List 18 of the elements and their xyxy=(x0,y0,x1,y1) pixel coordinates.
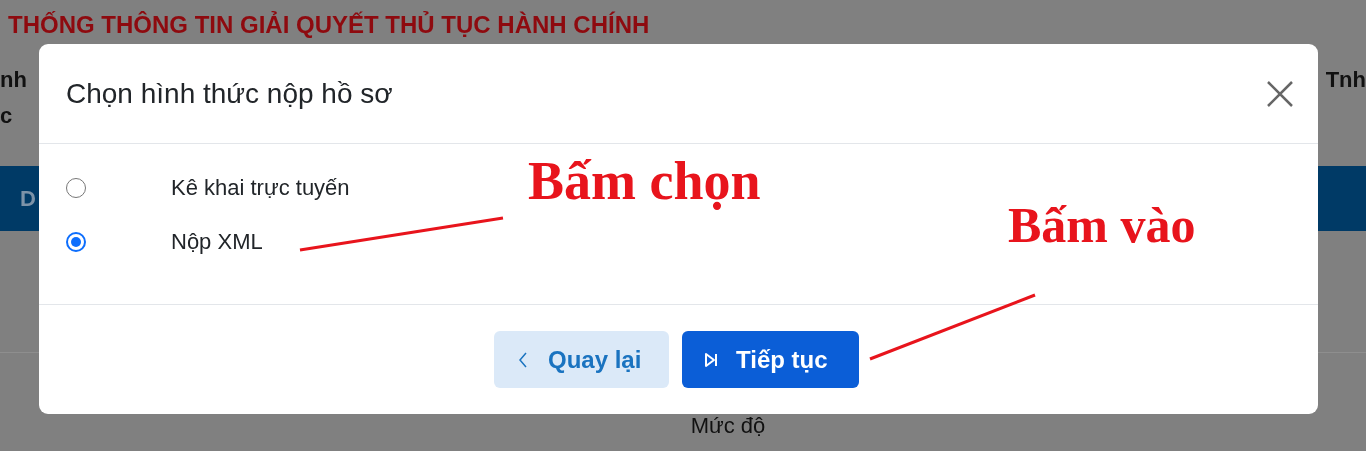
option-label: Nộp XML xyxy=(171,229,263,255)
nav-item[interactable]: D xyxy=(20,185,36,212)
header-text: c xyxy=(0,102,13,130)
continue-button[interactable]: Tiếp tục xyxy=(682,331,859,388)
header-text: Tnh xyxy=(1325,66,1366,94)
page-title: THỐNG THÔNG TIN GIẢI QUYẾT THỦ TỤC HÀNH CHÍNH xyxy=(7,10,651,40)
column-header: Mức độ xyxy=(690,413,766,439)
header-text: nh xyxy=(0,66,27,94)
annotation-text: Bấm chọn xyxy=(528,150,761,212)
radio-button[interactable] xyxy=(66,232,86,252)
radio-button[interactable] xyxy=(66,178,86,198)
skip-forward-icon xyxy=(704,351,718,368)
dialog-title: Chọn hình thức nộp hồ sơ xyxy=(66,77,393,110)
close-icon[interactable] xyxy=(1266,79,1294,108)
option-label: Kê khai trực tuyến xyxy=(171,175,350,201)
back-button[interactable]: Quay lại xyxy=(494,331,669,388)
chevron-left-icon xyxy=(516,351,530,368)
annotation-text: Bấm vào xyxy=(1008,196,1196,254)
